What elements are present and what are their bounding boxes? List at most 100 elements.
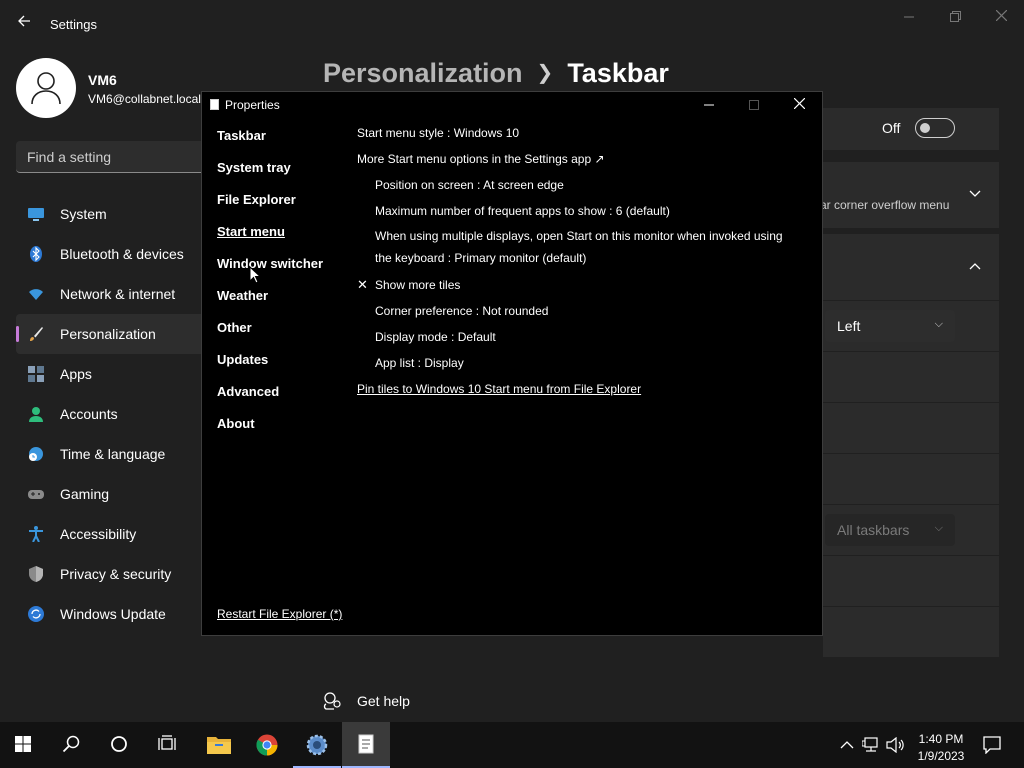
sidebar-item-system[interactable]: System <box>16 194 206 234</box>
dialog-nav: Taskbar System tray File Explorer Start … <box>217 128 342 448</box>
network-tray-button[interactable] <box>861 722 881 768</box>
sidebar-item-label: Network & internet <box>60 286 176 302</box>
properties-app-icon <box>210 99 219 110</box>
brush-icon <box>30 327 43 341</box>
accessibility-icon <box>29 526 43 542</box>
clock-date: 1/9/2023 <box>917 749 965 763</box>
cortana-button[interactable] <box>96 722 144 768</box>
clock-time: 1:40 PM <box>918 732 964 746</box>
dropdown-value: Left <box>837 318 861 334</box>
dialog-tab-taskbar[interactable]: Taskbar <box>217 128 342 160</box>
multi-display-dropdown[interactable]: All taskbars ⌵ <box>825 514 955 546</box>
volume-tray-button[interactable] <box>885 722 907 768</box>
dialog-tab-start-menu[interactable]: Start menu <box>217 224 342 256</box>
wifi-icon <box>29 289 43 300</box>
dialog-minimize-button[interactable] <box>686 94 732 116</box>
settings-card-toggle <box>823 108 999 150</box>
start-button[interactable] <box>0 722 48 768</box>
breadcrumb: Personalization ❯ Taskbar <box>323 58 669 89</box>
back-arrow-icon[interactable] <box>14 14 34 34</box>
breadcrumb-parent[interactable]: Personalization <box>323 58 523 88</box>
properties-dialog: Properties Taskbar System tray File Expl… <box>201 91 823 636</box>
file-explorer-icon <box>207 737 231 754</box>
task-view-button[interactable] <box>144 722 192 768</box>
dialog-tab-file-explorer[interactable]: File Explorer <box>217 192 342 224</box>
profile-email: VM6@collabnet.local <box>88 92 201 106</box>
bluetooth-icon <box>30 246 42 262</box>
start-menu-options: Start menu style : Windows 10 More Start… <box>357 125 797 407</box>
alignment-dropdown[interactable]: Left ⌵ <box>825 310 955 342</box>
settings-row <box>823 403 999 453</box>
option-corner-preference[interactable]: Corner preference : Not rounded <box>357 303 797 329</box>
option-position[interactable]: Position on screen : At screen edge <box>357 177 797 203</box>
sidebar-item-bluetooth[interactable]: Bluetooth & devices <box>16 234 206 274</box>
profile-name: VM6 <box>88 72 117 88</box>
sidebar-item-network[interactable]: Network & internet <box>16 274 206 314</box>
toggle-switch[interactable] <box>915 118 955 138</box>
settings-icon <box>306 734 328 756</box>
user-icon <box>31 72 61 105</box>
close-button[interactable] <box>978 6 1024 28</box>
chrome-icon <box>256 734 278 756</box>
taskbar-clock[interactable]: 1:40 PM 1/9/2023 <box>913 731 969 765</box>
chevron-up-icon[interactable] <box>967 258 983 274</box>
dialog-title: Properties <box>210 98 280 112</box>
option-text-line: When using multiple displays, open Start… <box>375 229 783 243</box>
action-center-button[interactable] <box>980 722 1004 768</box>
sidebar-item-privacy[interactable]: Privacy & security <box>16 554 206 594</box>
sidebar-item-label: System <box>60 206 107 222</box>
chevron-down-icon: ⌵ <box>934 522 943 534</box>
mouse-cursor-icon <box>249 266 261 284</box>
option-start-menu-style[interactable]: Start menu style : Windows 10 <box>357 125 797 151</box>
sidebar-item-label: Gaming <box>60 486 110 502</box>
search-placeholder: Find a setting <box>27 149 112 165</box>
chrome-button[interactable] <box>243 722 291 768</box>
option-display-mode[interactable]: Display mode : Default <box>357 329 797 355</box>
sidebar-item-label: Accounts <box>60 406 118 422</box>
properties-app-icon <box>358 734 374 754</box>
chevron-up-icon <box>840 741 854 749</box>
dialog-tab-weather[interactable]: Weather <box>217 288 342 320</box>
restart-file-explorer-link[interactable]: Restart File Explorer (*) <box>217 607 342 621</box>
dialog-tab-other[interactable]: Other <box>217 320 342 352</box>
dialog-tab-advanced[interactable]: Advanced <box>217 384 342 416</box>
taskbar-search-button[interactable] <box>48 722 96 768</box>
apps-icon <box>28 366 44 382</box>
chevron-down-icon[interactable] <box>967 186 983 202</box>
maximize-button[interactable] <box>932 6 978 28</box>
settings-row <box>823 352 999 402</box>
settings-taskbar-button[interactable] <box>293 722 341 768</box>
sidebar-item-time-language[interactable]: Time & language <box>16 434 206 474</box>
cortana-icon <box>111 736 127 752</box>
dialog-close-button[interactable] <box>776 94 822 116</box>
notification-icon <box>983 736 1001 754</box>
search-input[interactable]: Find a setting <box>16 141 206 173</box>
sidebar-item-label: Privacy & security <box>60 566 172 582</box>
option-show-more-tiles[interactable]: ✕ Show more tiles <box>357 277 797 303</box>
dialog-tab-window-switcher[interactable]: Window switcher <box>217 256 342 288</box>
gamepad-icon <box>28 490 44 499</box>
search-icon <box>62 735 80 753</box>
option-app-list[interactable]: App list : Display <box>357 355 797 381</box>
clock-globe-icon <box>29 447 43 461</box>
sidebar-item-accessibility[interactable]: Accessibility <box>16 514 206 554</box>
sidebar-item-windows-update[interactable]: Windows Update <box>16 594 206 634</box>
option-more-settings-link[interactable]: More Start menu options in the Settings … <box>357 151 797 177</box>
dialog-tab-updates[interactable]: Updates <box>217 352 342 384</box>
sidebar-item-label: Windows Update <box>60 606 166 622</box>
dialog-tab-system-tray[interactable]: System tray <box>217 160 342 192</box>
dialog-maximize-button[interactable] <box>731 94 777 116</box>
sidebar-item-label: Time & language <box>60 446 166 462</box>
show-hidden-icons-button[interactable] <box>838 722 856 768</box>
minimize-button[interactable] <box>886 6 932 28</box>
sidebar-item-apps[interactable]: Apps <box>16 354 206 394</box>
option-multi-display-start[interactable]: When using multiple displays, open Start… <box>357 225 797 277</box>
pin-tiles-link[interactable]: Pin tiles to Windows 10 Start menu from … <box>357 381 797 407</box>
sidebar-item-accounts[interactable]: Accounts <box>16 394 206 434</box>
properties-taskbar-button[interactable] <box>342 722 390 768</box>
sidebar-item-gaming[interactable]: Gaming <box>16 474 206 514</box>
file-explorer-button[interactable] <box>195 722 243 768</box>
sidebar-item-personalization[interactable]: Personalization <box>16 314 206 354</box>
overflow-menu-label: ar corner overflow menu <box>820 198 950 212</box>
dialog-tab-about[interactable]: About <box>217 416 342 448</box>
